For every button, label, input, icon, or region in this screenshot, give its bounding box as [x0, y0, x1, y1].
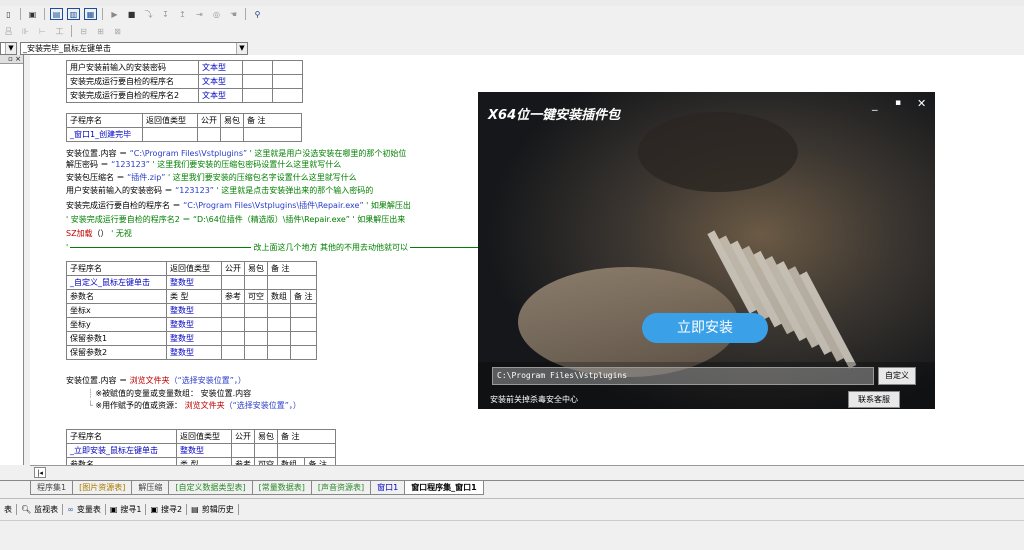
background-photo — [478, 92, 935, 409]
divider — [0, 498, 1024, 499]
secondary-toolbar: 吕 ⊪ ⊢ 工 ⊟ ⊞ ⊠ — [0, 24, 140, 38]
search-window-icon: ▣ — [150, 504, 159, 514]
scroll-left-icon[interactable]: |◂ — [34, 467, 46, 478]
tab-custom-types[interactable]: [自定义数据类型表] — [168, 481, 253, 495]
subroutine-table-clip: 子程序名 返回值类型 公开 易包备 注 _立即安装_鼠标左键单击 整数型 参数名类 型参… — [66, 429, 356, 466]
code-line[interactable]: SZ加载（） ' 无视 — [66, 228, 132, 239]
divider — [410, 247, 478, 248]
dialog-title: X64位一键安装插件包 — [488, 108, 621, 123]
table-header: 参数名类 型参考 可空 数组备 注 — [66, 289, 317, 304]
step-icon[interactable]: ⤵ — [142, 8, 155, 20]
code-line[interactable]: ' 安装完成运行要自检的程序名2 ＝ “D:\64位插件（精选版）\插件\Rep… — [66, 214, 405, 225]
step-into-icon[interactable]: ↧ — [159, 8, 172, 20]
subroutine-table: 子程序名 返回值类型 公开 易包备 注 _窗口1_创建完毕 — [66, 113, 302, 142]
chevron-down-icon[interactable]: ▼ — [5, 43, 16, 54]
table-header: 子程序名 返回值类型 公开 易包备 注 — [66, 113, 302, 128]
subroutine-combo-value: _安装完毕_鼠标左键单击 — [23, 44, 111, 53]
align-h-icon[interactable]: ⊢ — [36, 25, 49, 37]
table-row: 用户安装前输入的安装密码 文本型 — [66, 60, 303, 75]
pane-close-icon[interactable]: ▫ × — [0, 55, 23, 64]
divider — [70, 247, 252, 248]
minimize-icon[interactable]: _ — [872, 98, 878, 111]
bottom-panel-tabs: 表 🔍︎ 监视表 ∞ 变量表 ▣ 搜寻1 ▣ 搜寻2 ▤ 剪辑历史 — [0, 502, 239, 516]
installer-dialog[interactable]: X64位一键安装插件包 _ ▪ ✕ 立即安装 C:\Program Files\… — [478, 92, 935, 409]
table-header: 子程序名 返回值类型 公开 易包备 注 — [66, 261, 317, 276]
search-window-icon: ▣ — [109, 504, 118, 514]
list-icon[interactable]: ▦ — [84, 8, 97, 20]
tab-clip-history[interactable]: ▤ 剪辑历史 — [187, 503, 239, 515]
tab-variables[interactable]: ∞ 变量表 — [63, 503, 106, 515]
align-v-icon[interactable]: 工 — [53, 25, 66, 37]
hand-icon[interactable]: ☚ — [227, 8, 240, 20]
grid-snap-icon[interactable]: ⊠ — [111, 25, 124, 37]
contact-support-button[interactable]: 联系客服 — [848, 391, 900, 408]
code-line[interactable]: ┊ ※被赋值的变量或变量数组： 安装位置.内容 — [88, 388, 251, 399]
table-row: _自定义_鼠标左键单击 整数型 — [66, 275, 317, 290]
code-line[interactable]: 安装位置.内容 ＝ 浏览文件夹（“选择安装位置”，） — [66, 375, 246, 386]
run-to-icon[interactable]: ⇥ — [193, 8, 206, 20]
align-left-icon[interactable]: ⊪ — [19, 25, 32, 37]
custom-path-button[interactable]: 自定义 — [878, 367, 916, 385]
stop-icon[interactable]: ■ — [125, 8, 138, 20]
subroutine-combo[interactable]: _安装完毕_鼠标左键单击 ▼ — [20, 42, 248, 55]
tab-image-resources[interactable]: [图片资源表] — [72, 481, 133, 495]
grid-icon[interactable]: ▥ — [67, 8, 80, 20]
magnifier-icon: 🔍︎ — [21, 504, 32, 514]
maximize-icon[interactable]: ▪ — [895, 98, 901, 108]
subroutine-table: 子程序名 返回值类型 公开 易包备 注 _自定义_鼠标左键单击 整数型 参数名类 型参考… — [66, 261, 317, 360]
breakpoint-icon[interactable]: ◎ — [210, 8, 223, 20]
table-row: 坐标x 整数型 — [66, 303, 317, 318]
tab-window1-program[interactable]: 窗口程序集_窗口1 — [404, 481, 484, 495]
table-row: 安装完成运行要自检的程序名2 文本型 — [66, 88, 303, 103]
tab-table[interactable]: 表 — [0, 503, 17, 515]
panel-icon[interactable]: ▤ — [50, 8, 63, 20]
glasses-icon: ∞ — [67, 504, 74, 514]
install-path-input[interactable]: C:\Program Files\Vstplugins — [492, 367, 874, 385]
size-icon[interactable]: ⊟ — [77, 25, 90, 37]
tab-watch[interactable]: 🔍︎ 监视表 — [17, 503, 64, 515]
table-row: 保留参数2 整数型 — [66, 345, 317, 360]
code-line[interactable]: 安装位置.内容 ＝ “C:\Program Files\Vstplugins” … — [66, 148, 406, 159]
window-icon[interactable]: ▣ — [26, 8, 39, 20]
table-row: _窗口1_创建完毕 — [66, 127, 302, 142]
tab-bar: 程序集1 [图片资源表] 解压缩 [自定义数据类型表] [常量数据表] [声音资… — [30, 481, 484, 495]
partial-icon[interactable]: ▯ — [2, 8, 15, 20]
subroutine-table: 子程序名 返回值类型 公开 易包备 注 _立即安装_鼠标左键单击 整数型 参数名类 型参… — [66, 429, 336, 466]
clipboard-icon: ▤ — [191, 504, 199, 514]
antivirus-tip: 安装前关掉杀毒安全中心 — [490, 395, 578, 404]
play-icon[interactable]: ▶ — [108, 8, 121, 20]
align-icon[interactable]: 吕 — [2, 25, 15, 37]
variable-table: 用户安装前输入的安装密码 文本型 安装完成运行要自检的程序名 文本型 安装完成运行要… — [66, 60, 303, 103]
tab-program-set[interactable]: 程序集1 — [30, 481, 74, 495]
object-combo[interactable]: ▼ — [0, 42, 17, 55]
table-row: 保留参数1 整数型 — [66, 331, 317, 346]
chevron-down-icon[interactable]: ▼ — [236, 43, 247, 54]
code-line[interactable]: ' 改上面这几个地方 其他的不用去动他就可以 — [66, 242, 478, 253]
code-line[interactable]: 安装包压缩名 ＝ “插件.zip” ' 这里我们要安装的压缩包名字设置什么这里就… — [66, 172, 357, 183]
code-line[interactable]: 解压密码 ＝ “123123” ' 这里我们要安装的压缩包密码设置什么这里就写什… — [66, 159, 341, 170]
horizontal-scrollbar[interactable]: |◂ — [30, 465, 1024, 479]
code-line[interactable]: └ ※用作赋予的值或资源： 浏览文件夹（“选择安装位置”，） — [88, 400, 301, 411]
spacing-icon[interactable]: ⊞ — [94, 25, 107, 37]
left-pane: ▫ × — [0, 55, 24, 465]
table-row: 坐标y 整数型 — [66, 317, 317, 332]
code-line[interactable]: 安装完成运行要自检的程序名 ＝ “C:\Program Files\Vstplu… — [66, 200, 411, 211]
step-out-icon[interactable]: ↥ — [176, 8, 189, 20]
table-row: 安装完成运行要自检的程序名 文本型 — [66, 74, 303, 89]
tab-search1[interactable]: ▣ 搜寻1 — [106, 503, 147, 515]
main-toolbar: ▯ ▣ ▤ ▥ ▦ ▶ ■ ⤵ ↧ ↥ ⇥ ◎ ☚ ⚲ — [0, 6, 300, 22]
tab-unzip[interactable]: 解压缩 — [131, 481, 170, 495]
close-icon[interactable]: ✕ — [917, 97, 926, 110]
tab-search2[interactable]: ▣ 搜寻2 — [146, 503, 188, 515]
tab-window1[interactable]: 窗口1 — [370, 481, 406, 495]
tab-constants[interactable]: [常量数据表] — [251, 481, 312, 495]
tab-sound-resources[interactable]: [声音资源表] — [310, 481, 372, 495]
table-row: _立即安装_鼠标左键单击 整数型 — [66, 443, 336, 458]
code-line[interactable]: 用户安装前输入的安装密码 ＝ “123123” ' 这里就是点击安装弹出来的那个… — [66, 185, 373, 196]
install-now-button[interactable]: 立即安装 — [642, 313, 768, 343]
find-icon[interactable]: ⚲ — [251, 8, 264, 20]
table-header: 子程序名 返回值类型 公开 易包备 注 — [66, 429, 336, 444]
status-bar — [0, 520, 1024, 550]
